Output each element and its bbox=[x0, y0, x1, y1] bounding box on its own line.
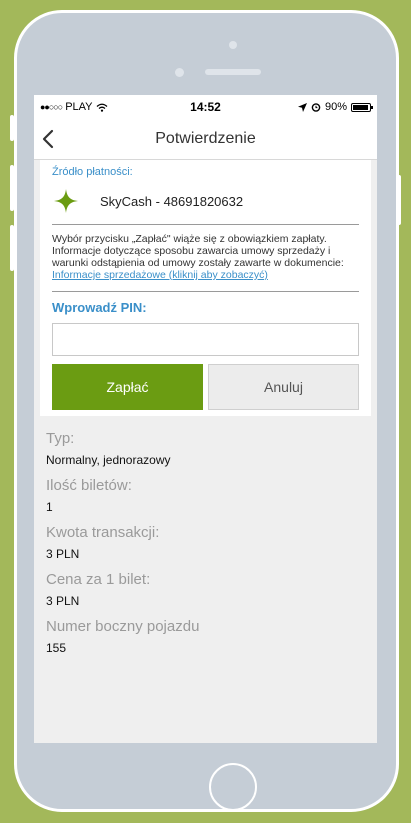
status-bar: ●●○○○ PLAY 14:52 90% bbox=[34, 95, 377, 119]
payment-card: Źródło płatności: SkyCash - 48691820632 … bbox=[40, 160, 371, 416]
sales-info-link[interactable]: Informacje sprzedażowe (kliknij aby zoba… bbox=[52, 269, 359, 281]
cancel-button[interactable]: Anuluj bbox=[208, 364, 359, 410]
payment-info-text: Wybór przycisku „Zapłać" wiąże się z obo… bbox=[52, 233, 344, 269]
detail-label: Cena za 1 bilet: bbox=[46, 571, 151, 588]
proximity-sensor bbox=[175, 68, 184, 77]
detail-value: Normalny, jednorazowy bbox=[46, 453, 171, 467]
payment-source-value: SkyCash - 48691820632 bbox=[100, 193, 244, 209]
divider bbox=[52, 224, 359, 225]
detail-value: 1 bbox=[46, 500, 53, 514]
detail-label: Typ: bbox=[46, 430, 75, 447]
detail-value: 3 PLN bbox=[46, 547, 80, 561]
divider bbox=[52, 291, 359, 292]
back-button[interactable] bbox=[42, 127, 62, 151]
detail-type: Typ: Normalny, jednorazowy bbox=[46, 430, 365, 467]
detail-label: Kwota transakcji: bbox=[46, 524, 160, 541]
detail-ticket-count: Ilość biletów: 1 bbox=[46, 477, 365, 514]
front-camera bbox=[229, 41, 237, 49]
pay-button[interactable]: Zapłać bbox=[52, 364, 203, 410]
battery-icon bbox=[351, 102, 373, 112]
navigation-bar: Potwierdzenie bbox=[34, 119, 377, 160]
app-screen: ●●○○○ PLAY 14:52 90% Potwierdzenie Źródł… bbox=[34, 95, 377, 743]
detail-label: Ilość biletów: bbox=[46, 477, 132, 494]
skycash-logo-icon bbox=[54, 189, 78, 213]
earpiece-speaker bbox=[205, 69, 261, 75]
detail-value: 3 PLN bbox=[46, 594, 80, 608]
side-button-mute bbox=[10, 115, 14, 141]
payment-source-label: Źródło płatności: bbox=[52, 166, 133, 178]
detail-transaction-amount: Kwota transakcji: 3 PLN bbox=[46, 524, 365, 561]
home-button[interactable] bbox=[209, 763, 257, 811]
pin-label: Wprowadź PIN: bbox=[52, 300, 147, 315]
detail-value: 155 bbox=[46, 641, 67, 655]
page-title: Potwierdzenie bbox=[155, 130, 256, 147]
side-button-volume-up bbox=[10, 165, 14, 211]
pin-input[interactable] bbox=[52, 323, 359, 356]
chevron-left-icon bbox=[42, 129, 54, 149]
detail-label: Numer boczny pojazdu bbox=[46, 618, 200, 635]
ticket-details: Typ: Normalny, jednorazowy Ilość biletów… bbox=[34, 416, 377, 655]
detail-vehicle-number: Numer boczny pojazdu 155 bbox=[46, 618, 365, 655]
payment-source-row[interactable]: SkyCash - 48691820632 bbox=[52, 182, 359, 220]
side-button-power bbox=[397, 175, 401, 225]
side-button-volume-down bbox=[10, 225, 14, 271]
detail-unit-price: Cena za 1 bilet: 3 PLN bbox=[46, 571, 365, 608]
status-time: 14:52 bbox=[190, 100, 221, 114]
